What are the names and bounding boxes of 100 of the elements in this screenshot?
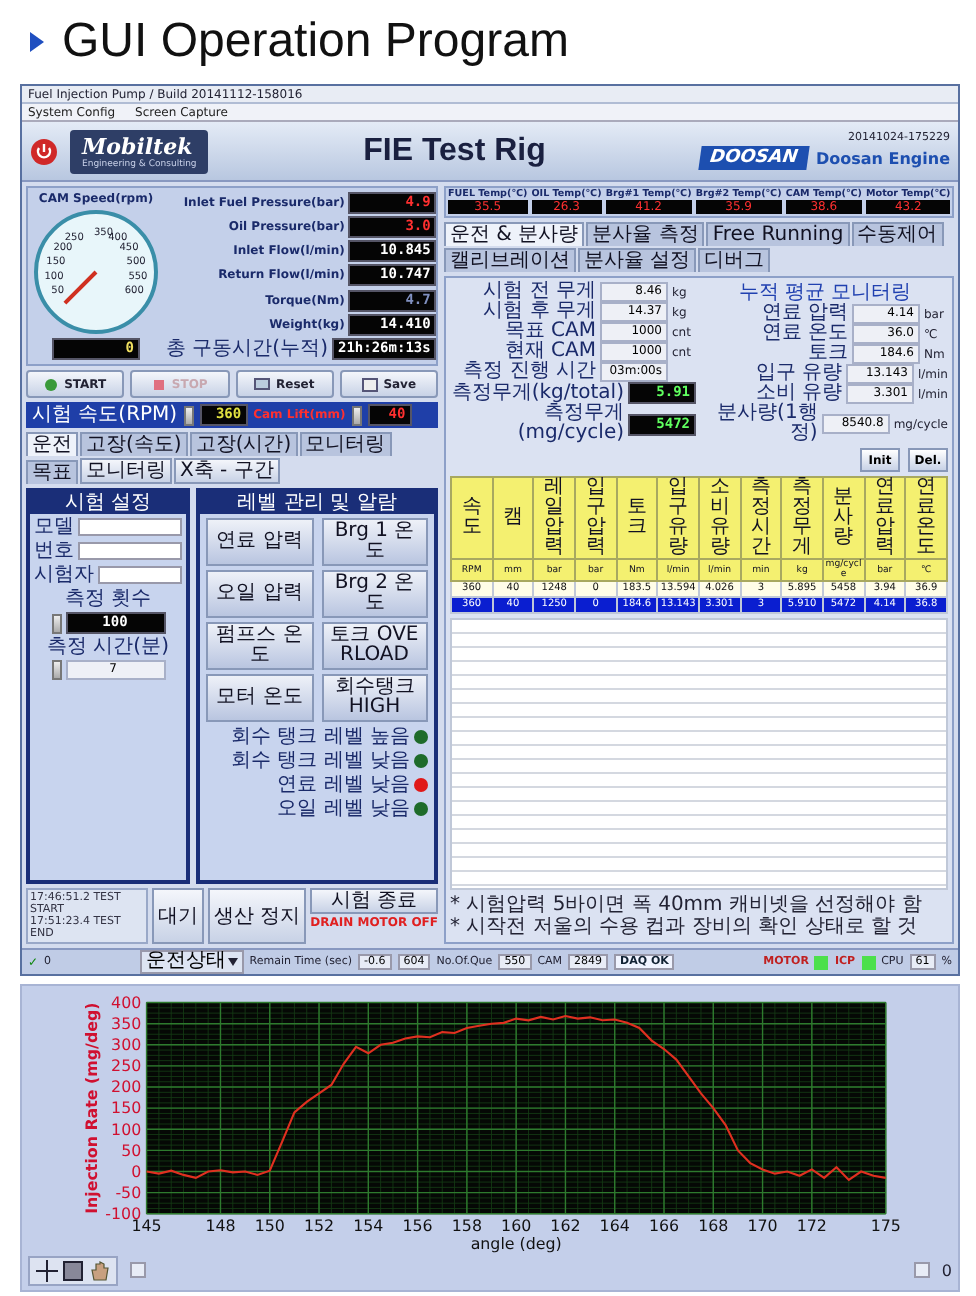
x-tick-label: 172 — [796, 1217, 827, 1236]
tab[interactable]: 운전 — [26, 432, 78, 456]
runtime-label: 총 구동시간(누적) — [166, 337, 328, 360]
play-icon — [44, 377, 59, 391]
tab[interactable]: 분사율 측정 — [586, 222, 705, 246]
spin-button[interactable] — [351, 405, 362, 425]
x-tick-label: 158 — [451, 1217, 482, 1236]
column-header: 측정시간 — [740, 477, 782, 559]
x-tick-label: 160 — [501, 1217, 532, 1236]
panel-title: 레벨 관리 및 알람 — [200, 492, 434, 514]
x-tick-label: 156 — [402, 1217, 433, 1236]
state-dropdown[interactable]: 운전상태 — [139, 950, 244, 974]
scroll-button[interactable] — [913, 1262, 930, 1278]
x-axis-title: angle (deg) — [470, 1234, 562, 1253]
scroll-value: 0 — [941, 1261, 952, 1279]
y-tick-label: 250 — [111, 1057, 142, 1076]
time-label: 측정 시간(분) — [47, 636, 169, 658]
y-tick-label: 50 — [121, 1141, 142, 1160]
partner-logo: DOOSAN — [698, 146, 810, 170]
input-field[interactable] — [98, 566, 182, 584]
input-field[interactable] — [78, 518, 182, 536]
tab[interactable]: 분사율 설정 — [578, 248, 697, 272]
x-tick-label: 148 — [205, 1217, 236, 1236]
measure-label: 시험 후 무게 — [481, 302, 596, 322]
y-tick-label: 400 — [111, 993, 142, 1012]
logo-text: Mobiltek — [82, 133, 195, 159]
field-label: 모델 — [34, 516, 74, 538]
alarm-button[interactable]: 토크 OVERLOAD — [321, 622, 428, 670]
view-button[interactable]: 모니터링 — [80, 458, 172, 484]
column-header: 연료압력 — [864, 477, 906, 559]
y-tick-label: 150 — [111, 1099, 142, 1118]
alarm-button[interactable]: 펌프스 온도 — [206, 622, 313, 670]
field-label: 번호 — [34, 540, 74, 562]
field-label: 시험자 — [34, 564, 94, 586]
x-tick-label: 170 — [747, 1217, 778, 1236]
y-tick-label: -50 — [115, 1183, 142, 1202]
spin-button[interactable] — [51, 660, 61, 680]
lamp-label: 연료 레벨 낮음 — [277, 774, 410, 796]
lamp-label: 회수 탱크 레벨 낮음 — [230, 750, 410, 772]
column-header: 속도 — [451, 477, 493, 559]
y-tick-label: 100 — [111, 1120, 142, 1139]
speed-label: 시험 속도(RPM) — [32, 404, 178, 426]
x-tick-label: 150 — [254, 1217, 285, 1236]
tab[interactable]: 목표 — [26, 460, 78, 484]
lamp-label: 오일 레벨 낮음 — [277, 798, 410, 820]
hand-icon[interactable] — [88, 1259, 110, 1281]
alarm-button[interactable]: Brg 2 온도 — [321, 570, 428, 618]
y-axis-title: Injection Rate (mg/deg) — [83, 1002, 102, 1214]
y-tick-label: 300 — [111, 1036, 142, 1055]
x-tick-label: 175 — [870, 1217, 901, 1236]
result-label: 측정무게(mg/cycle) — [517, 404, 624, 444]
spin-button[interactable] — [183, 405, 194, 425]
tab[interactable]: 디버그 — [698, 248, 771, 272]
x-tick-label: 168 — [698, 1217, 729, 1236]
tab[interactable]: 모니터링 — [299, 432, 392, 456]
tab[interactable]: 캘리브레이션 — [444, 248, 576, 272]
column-header: 토크 — [616, 477, 658, 559]
tab[interactable]: 수동제어 — [851, 222, 944, 246]
column-header: 분사량 — [822, 477, 865, 559]
x-tick-label: 145 — [131, 1217, 162, 1236]
finish-button[interactable]: 시험 종료 — [310, 888, 438, 914]
x-tick-label: 152 — [303, 1217, 335, 1236]
y-tick-label: 200 — [111, 1078, 142, 1097]
partner-name: Doosan Engine — [815, 149, 950, 167]
x-tick-label: 164 — [599, 1217, 630, 1236]
average-title: 누적 평균 모니터링 — [738, 282, 912, 304]
bullet-icon — [28, 30, 46, 54]
alarm-button[interactable]: 모터 온도 — [206, 674, 313, 722]
gauge-needle — [63, 270, 98, 305]
tab[interactable]: 고장(시간) — [189, 432, 298, 456]
measure-label: 측정 진행 시간 — [461, 362, 596, 382]
measure-label: 현재 CAM — [502, 342, 596, 362]
average-label: 연료 온도 — [759, 324, 848, 344]
stop-icon — [151, 377, 166, 391]
alarm-button[interactable]: 연료 압력 — [206, 518, 313, 566]
spin-button[interactable] — [51, 613, 61, 633]
alarm-button[interactable]: Brg 1 온도 — [321, 518, 428, 566]
alarm-button[interactable]: 회수탱크 HIGH — [321, 674, 428, 722]
count-label: 측정 횟수 — [64, 588, 152, 610]
crosshair-icon[interactable] — [36, 1259, 58, 1281]
alarm-button[interactable]: 오일 압력 — [206, 570, 313, 618]
tab[interactable]: Free Running — [706, 222, 850, 246]
column-header: 연료온도 — [905, 477, 947, 559]
column-header: 캠 — [492, 477, 534, 559]
tab[interactable]: 운전 & 분사량 — [444, 222, 585, 246]
mode-button[interactable]: 생산 정지 — [207, 888, 307, 944]
column-header: 레일압력 — [533, 477, 575, 559]
power-icon[interactable] — [30, 137, 58, 165]
mode-button[interactable]: 대기 — [151, 888, 204, 944]
scroll-button[interactable] — [130, 1262, 146, 1278]
slide-title: GUI Operation Program — [62, 14, 569, 70]
tab[interactable]: 고장(속도) — [80, 432, 188, 456]
x-tick-label: 154 — [353, 1217, 384, 1236]
view-button[interactable]: X축 - 구간 — [174, 458, 280, 484]
input-field[interactable] — [78, 542, 182, 560]
measure-label: 목표 CAM — [502, 322, 596, 342]
average-label: 소비 유량 — [755, 384, 842, 404]
x-tick-label: 162 — [550, 1217, 581, 1236]
column-header: 소비유량 — [698, 477, 741, 559]
caret-icon — [227, 958, 238, 966]
